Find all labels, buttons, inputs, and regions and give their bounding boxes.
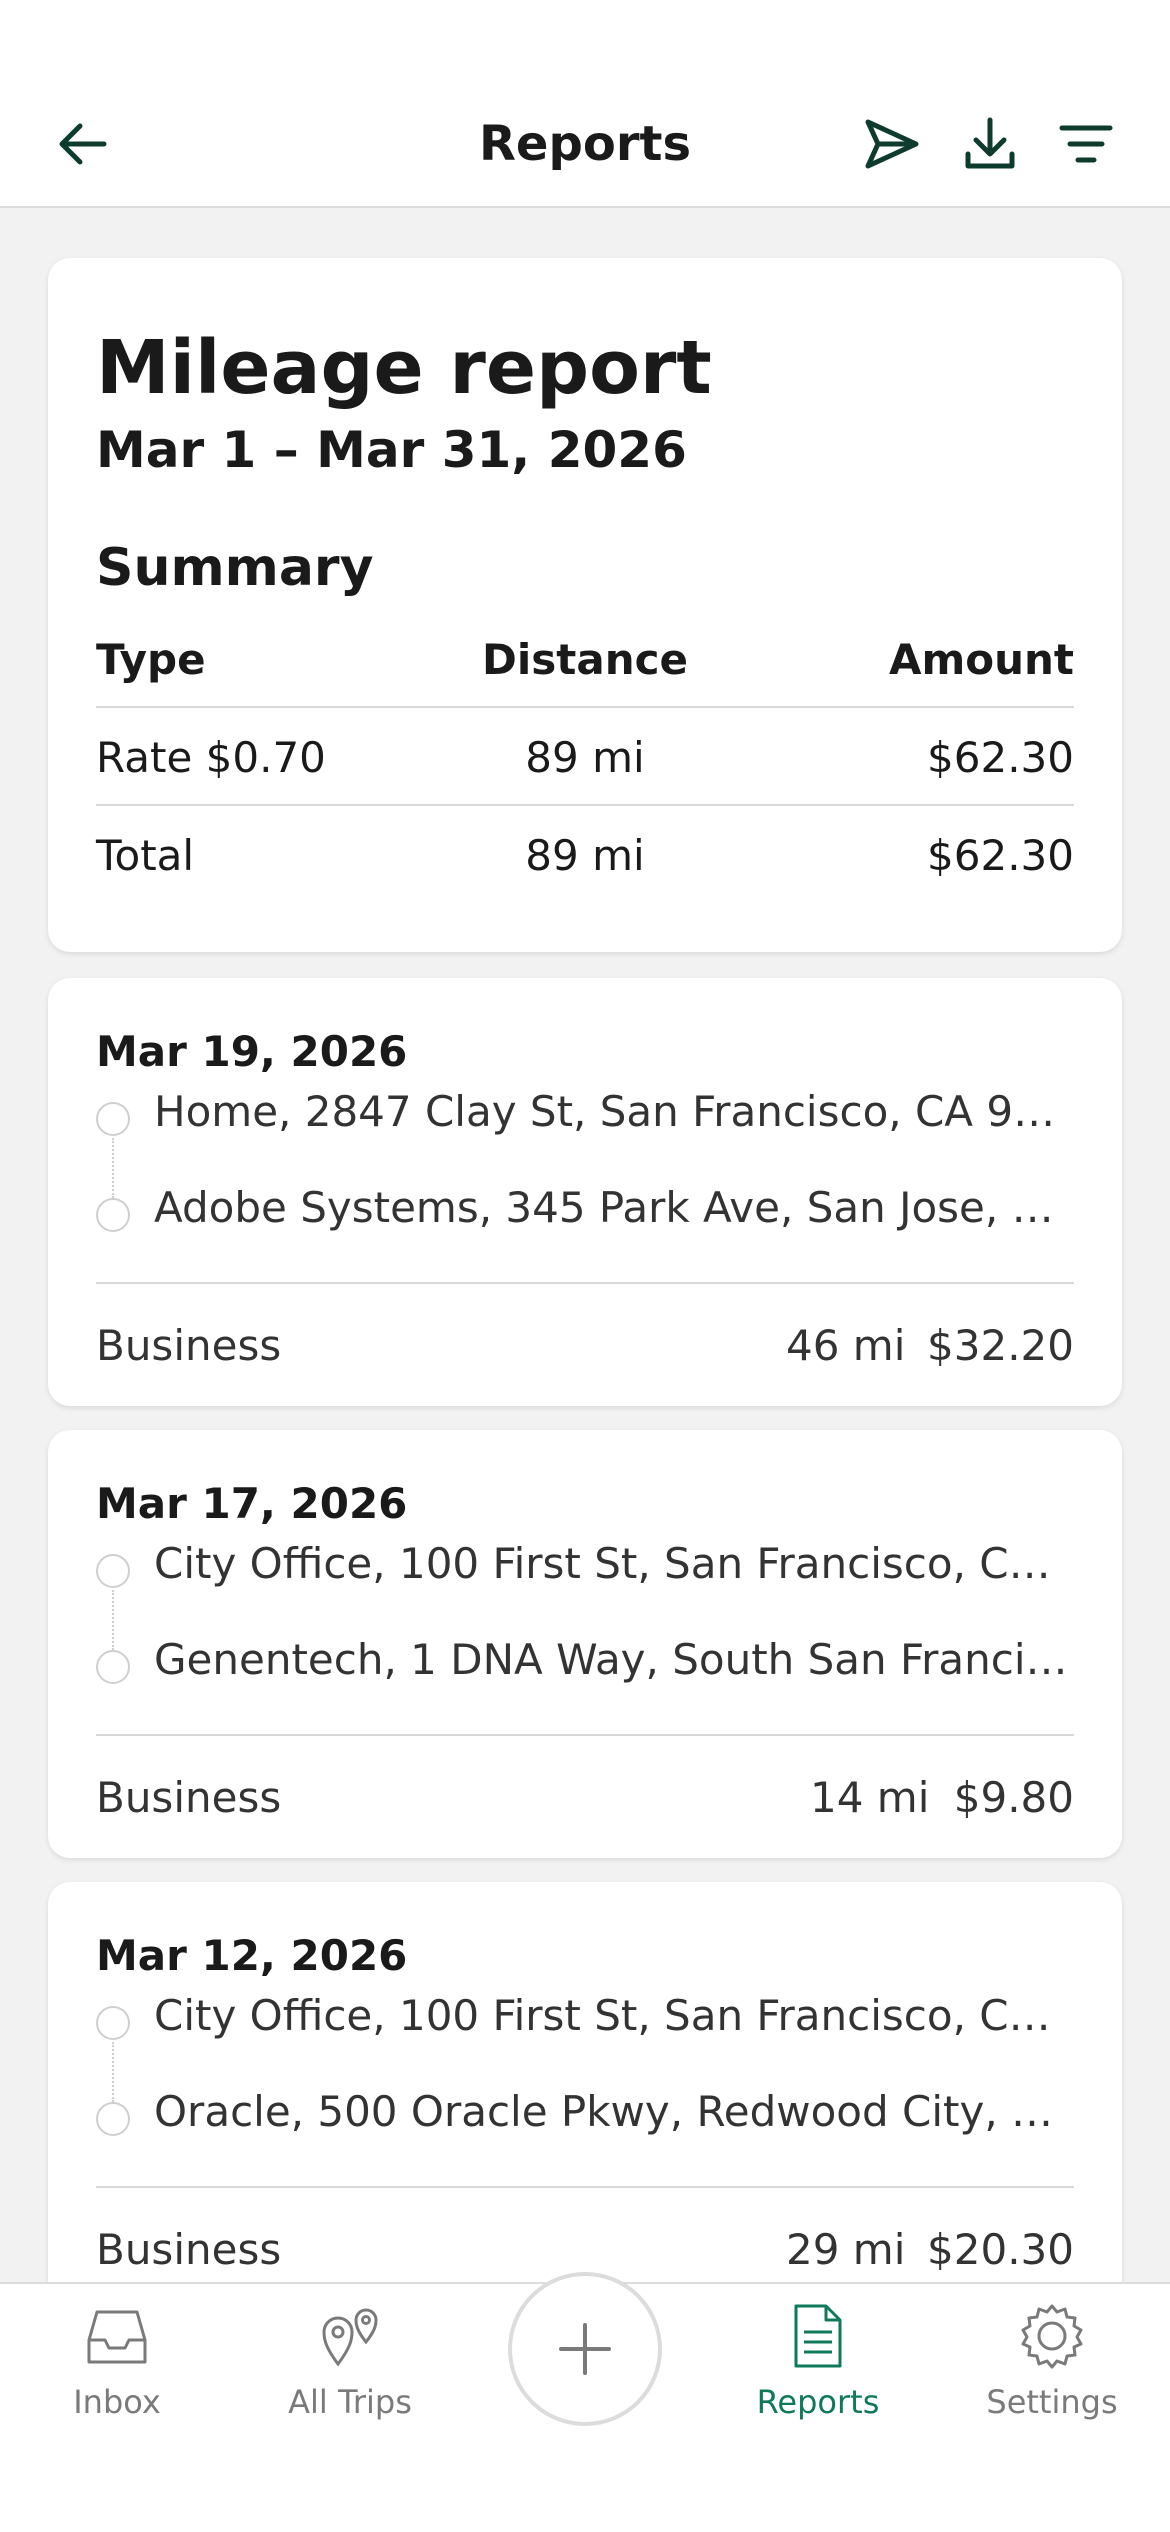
trip-end: Genentech, 1 DNA Way, South San Francisc… — [96, 1630, 1074, 1690]
end-point-icon — [96, 1198, 130, 1232]
row-amount: $62.30 — [927, 733, 1074, 782]
tab-inbox[interactable]: Inbox — [17, 2284, 217, 2434]
divider — [96, 706, 1074, 708]
plus-icon — [559, 2323, 611, 2375]
add-trip-button[interactable] — [508, 2272, 662, 2426]
report-summary-card: Mileage report Mar 1 – Mar 31, 2026 Summ… — [48, 258, 1122, 952]
trip-distance: 14 mi — [810, 1773, 930, 1822]
trip-date: Mar 12, 2026 — [96, 1931, 408, 1980]
tab-reports[interactable]: Reports — [718, 2284, 918, 2434]
filter-icon[interactable] — [1054, 112, 1118, 176]
start-address: Home, 2847 Clay St, San Francisco, CA 94… — [154, 1087, 1074, 1136]
column-amount: Amount — [888, 635, 1074, 684]
end-address: Oracle, 500 Oracle Pkwy, Redwood City, C… — [154, 2087, 1074, 2136]
trip-amount: $9.80 — [953, 1773, 1074, 1822]
document-icon — [784, 2302, 852, 2370]
trip-start: City Office, 100 First St, San Francisco… — [96, 1986, 1074, 2046]
report-date-range: Mar 1 – Mar 31, 2026 — [96, 421, 687, 479]
trip-end: Oracle, 500 Oracle Pkwy, Redwood City, C… — [96, 2082, 1074, 2142]
tab-label: Inbox — [73, 2383, 161, 2421]
gear-icon — [1018, 2302, 1086, 2370]
trip-category: Business — [96, 1773, 282, 1822]
trip-date: Mar 19, 2026 — [96, 1027, 408, 1076]
trip-distance: 29 mi — [786, 2225, 906, 2274]
trip-date: Mar 17, 2026 — [96, 1479, 408, 1528]
divider — [96, 1734, 1074, 1736]
trip-card[interactable]: Mar 17, 2026 City Office, 100 First St, … — [48, 1430, 1122, 1858]
send-icon[interactable] — [860, 112, 924, 176]
report-title: Mileage report — [96, 325, 712, 411]
reports-screen: Reports Mileage report Mar 1 – Mar 31, 2… — [0, 0, 1170, 2532]
divider — [96, 2186, 1074, 2188]
download-icon[interactable] — [958, 112, 1022, 176]
map-pin-icon — [316, 2302, 384, 2370]
end-address: Adobe Systems, 345 Park Ave, San Jose, C… — [154, 1183, 1074, 1232]
trip-start: City Office, 100 First St, San Francisco… — [96, 1534, 1074, 1594]
trip-card[interactable]: Mar 19, 2026 Home, 2847 Clay St, San Fra… — [48, 978, 1122, 1406]
divider — [96, 804, 1074, 806]
summary-table-header: Type Distance Amount — [96, 630, 1074, 690]
end-point-icon — [96, 2102, 130, 2136]
trip-amount: $32.20 — [927, 1321, 1074, 1370]
start-address: City Office, 100 First St, San Francisco… — [154, 1991, 1074, 2040]
top-app-bar: Reports — [0, 0, 1170, 208]
trip-card[interactable]: Mar 12, 2026 City Office, 100 First St, … — [48, 1882, 1122, 2310]
row-amount: $62.30 — [927, 831, 1074, 880]
start-point-icon — [96, 1554, 130, 1588]
trip-end: Adobe Systems, 345 Park Ave, San Jose, C… — [96, 1178, 1074, 1238]
inbox-icon — [83, 2302, 151, 2370]
tab-label: Reports — [756, 2383, 880, 2421]
tab-label: Settings — [986, 2383, 1118, 2421]
tab-settings[interactable]: Settings — [952, 2284, 1152, 2434]
trip-distance: 46 mi — [786, 1321, 906, 1370]
start-point-icon — [96, 1102, 130, 1136]
end-point-icon — [96, 1650, 130, 1684]
summary-row-rate: Rate $0.70 89 mi $62.30 — [96, 728, 1074, 788]
start-address: City Office, 100 First St, San Francisco… — [154, 1539, 1074, 1588]
divider — [96, 1282, 1074, 1284]
trip-category: Business — [96, 2225, 282, 2274]
start-point-icon — [96, 2006, 130, 2040]
trip-category: Business — [96, 1321, 282, 1370]
summary-row-total: Total 89 mi $62.30 — [96, 826, 1074, 886]
tab-label: All Trips — [288, 2383, 412, 2421]
summary-heading: Summary — [96, 538, 374, 598]
trip-amount: $20.30 — [927, 2225, 1074, 2274]
tab-all-trips[interactable]: All Trips — [250, 2284, 450, 2434]
end-address: Genentech, 1 DNA Way, South San Francisc… — [154, 1635, 1074, 1684]
trip-start: Home, 2847 Clay St, San Francisco, CA 94… — [96, 1082, 1074, 1142]
